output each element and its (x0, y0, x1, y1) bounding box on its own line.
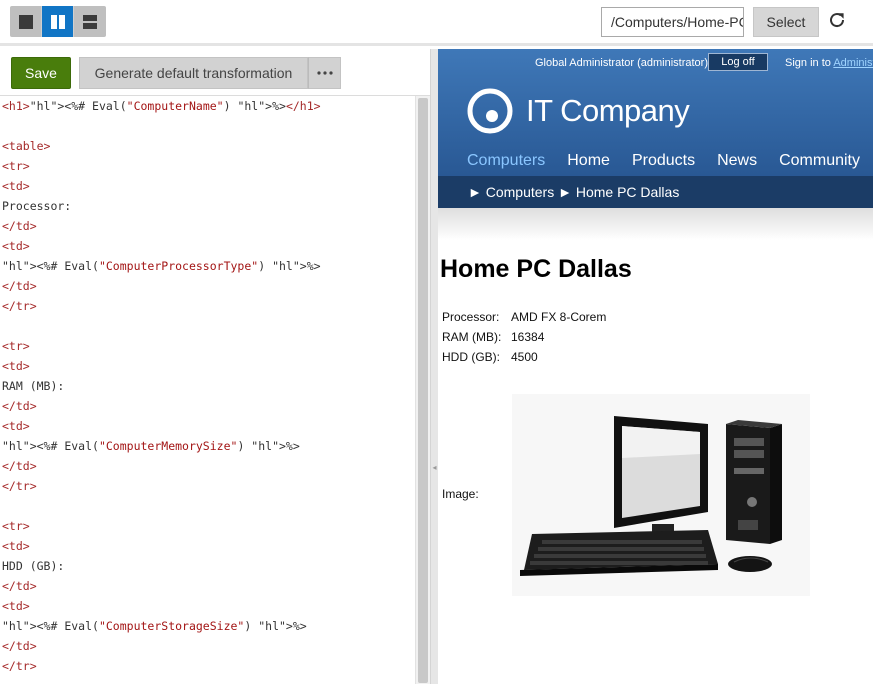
save-button[interactable]: Save (11, 57, 71, 89)
select-button[interactable]: Select (753, 7, 819, 37)
transformation-editor: Save Generate default transformation <h1… (0, 49, 430, 684)
columns-icon (50, 14, 65, 29)
editor-toolbar: Save Generate default transformation (0, 49, 430, 96)
site-name: IT Company (526, 93, 690, 128)
specs-table: Processor: AMD FX 8-Corem RAM (MB): 16384 HD… (442, 309, 606, 369)
nav-item-community[interactable]: Community (779, 152, 860, 170)
site-header: Global Administrator (administrator) Log… (438, 49, 873, 208)
spec-value: 16384 (511, 330, 545, 344)
code-line[interactable]: </td> (0, 396, 415, 416)
image-label: Image: (442, 487, 479, 501)
spec-label: Processor: (442, 310, 500, 324)
administration-link[interactable]: Administration (833, 57, 873, 69)
code-line[interactable]: <td> (0, 356, 415, 376)
view-mode-group (10, 6, 106, 37)
code-line[interactable]: <td> (0, 236, 415, 256)
single-view-button[interactable] (10, 6, 42, 37)
code-line[interactable]: </td> (0, 636, 415, 656)
code-line[interactable]: "hl"><%# Eval("ComputerMemorySize") "hl"… (0, 436, 415, 456)
spec-row: HDD (GB): 4500 (442, 349, 606, 369)
breadcrumb[interactable]: ► Computers ► Home PC Dallas (468, 184, 679, 200)
spec-row: RAM (MB): 16384 (442, 329, 606, 349)
main-navigation: Computers Home Products News Community (467, 152, 873, 174)
company-logo-icon (467, 88, 513, 134)
code-line[interactable]: <tr> (0, 336, 415, 356)
code-line[interactable]: "hl"><%# Eval("ComputerStorageSize") "hl… (0, 616, 415, 636)
admin-user-name: Global Administrator (administrator) (535, 57, 709, 69)
code-line[interactable]: "hl"><%# Eval("ComputerProcessorType") "… (0, 256, 415, 276)
scrollbar-thumb[interactable] (418, 98, 428, 683)
top-toolbar: /Computers/Home-PC-Dallas Select (0, 0, 873, 46)
ellipsis-icon (316, 71, 333, 75)
code-line[interactable]: </td> (0, 576, 415, 596)
editor-scrollbar[interactable] (415, 96, 430, 684)
nav-item-news[interactable]: News (717, 152, 757, 170)
horizontal-split-button[interactable] (74, 6, 106, 37)
code-line[interactable]: </td> (0, 276, 415, 296)
refresh-icon[interactable] (826, 9, 848, 31)
code-line[interactable]: <tr> (0, 156, 415, 176)
code-line[interactable]: <td> (0, 416, 415, 436)
preview-pane: Global Administrator (administrator) Log… (438, 49, 873, 684)
code-line[interactable] (0, 316, 415, 336)
generate-default-transformation-button[interactable]: Generate default transformation (79, 57, 308, 89)
code-line[interactable]: </tr> (0, 476, 415, 496)
signin-text: Sign in to Administration (785, 57, 873, 69)
spec-label: RAM (MB): (442, 330, 502, 344)
split-view-button[interactable] (42, 6, 74, 37)
spec-row: Processor: AMD FX 8-Corem (442, 309, 606, 329)
code-line[interactable]: </td> (0, 216, 415, 236)
code-line[interactable]: </tr> (0, 656, 415, 676)
splitter-grip-icon[interactable]: ◂ (432, 461, 437, 475)
code-line[interactable]: <td> (0, 176, 415, 196)
spec-label: HDD (GB): (442, 350, 500, 364)
code-line[interactable]: Processor: (0, 196, 415, 216)
code-line[interactable]: </tr> (0, 296, 415, 316)
pane-splitter[interactable]: ◂ (430, 49, 438, 684)
signin-prefix: Sign in to (785, 57, 831, 69)
code-line[interactable]: <td> (0, 596, 415, 616)
code-line[interactable]: <tr> (0, 516, 415, 536)
code-line[interactable]: <td> (0, 536, 415, 556)
code-line[interactable]: <h1>"hl"><%# Eval("ComputerName") "hl">%… (0, 96, 415, 116)
nav-item-home[interactable]: Home (567, 152, 610, 170)
code-line[interactable]: <table> (0, 136, 415, 156)
more-actions-button[interactable] (308, 57, 341, 89)
code-line[interactable] (0, 116, 415, 136)
code-line[interactable]: RAM (MB): (0, 376, 415, 396)
code-line[interactable] (0, 496, 415, 516)
nav-item-products[interactable]: Products (632, 152, 695, 170)
admin-bar: Global Administrator (administrator) Log… (438, 49, 873, 77)
code-editor[interactable]: <h1>"hl"><%# Eval("ComputerName") "hl">%… (0, 96, 415, 684)
code-line[interactable]: HDD (GB): (0, 556, 415, 576)
square-icon (18, 14, 33, 29)
breadcrumb-bar: ► Computers ► Home PC Dallas (438, 176, 873, 208)
header-shadow (438, 208, 873, 240)
spec-value: 4500 (511, 350, 538, 364)
logoff-button[interactable]: Log off (708, 53, 768, 71)
code-line[interactable]: </td> (0, 456, 415, 476)
desktop-computer-image (512, 394, 810, 596)
rows-icon (83, 14, 97, 29)
path-input[interactable]: /Computers/Home-PC-Dallas (601, 7, 744, 37)
page-title: Home PC Dallas (440, 255, 632, 283)
spec-value: AMD FX 8-Corem (511, 310, 607, 324)
nav-item-computers[interactable]: Computers (467, 152, 545, 170)
